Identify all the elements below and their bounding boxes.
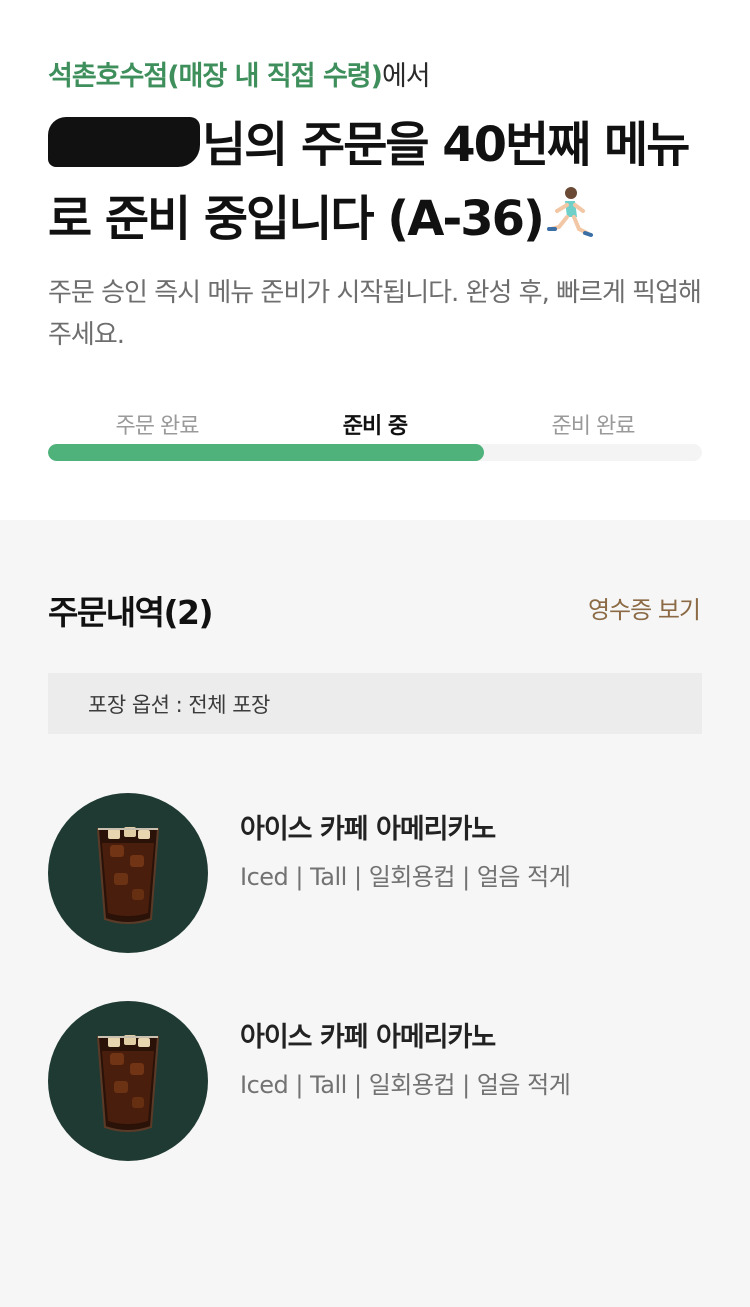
order-status-header: 석촌호수점(매장 내 직접 수령)에서 님의 주문을 40번째 메뉴로 준비 중… xyxy=(0,0,750,520)
item-options: Iced | Tall | 일회용컵 | 얼음 적게 xyxy=(240,863,571,891)
progress-track xyxy=(48,444,702,461)
status-headline: 님의 주문을 40번째 메뉴로 준비 중입니다 (A-36) xyxy=(48,108,708,256)
redacted-customer-name xyxy=(48,117,200,167)
iced-coffee-cup-icon xyxy=(48,1001,208,1161)
order-details-section: 주문내역(2) 영수증 보기 포장 옵션 : 전체 포장 아이스 카페 아메리카… xyxy=(0,520,750,1307)
order-history-title: 주문내역(2) xyxy=(48,593,214,632)
step-ready: 준비 완료 xyxy=(551,414,636,439)
order-item[interactable]: 아이스 카페 아메리카노 Iced | Tall | 일회용컵 | 얼음 적게 xyxy=(48,793,702,953)
pack-option-text: 포장 옵션 : 전체 포장 xyxy=(88,692,270,717)
store-line: 석촌호수점(매장 내 직접 수령)에서 xyxy=(48,54,431,93)
store-suffix: 에서 xyxy=(381,61,431,92)
progress-steps: 주문 완료 준비 중 준비 완료 xyxy=(48,408,702,440)
item-name: 아이스 카페 아메리카노 xyxy=(240,814,496,845)
item-name: 아이스 카페 아메리카노 xyxy=(240,1022,496,1053)
pack-option-box: 포장 옵션 : 전체 포장 xyxy=(48,673,702,734)
item-options: Iced | Tall | 일회용컵 | 얼음 적게 xyxy=(240,1071,571,1099)
step-preparing: 준비 중 xyxy=(342,414,408,439)
status-description: 주문 승인 즉시 메뉴 준비가 시작됩니다. 완성 후, 빠르게 픽업해 주세요… xyxy=(48,278,702,350)
view-receipt-link[interactable]: 영수증 보기 xyxy=(588,590,701,625)
step-order-complete: 주문 완료 xyxy=(115,414,200,439)
store-name: 석촌호수점(매장 내 직접 수령) xyxy=(48,61,383,92)
order-item[interactable]: 아이스 카페 아메리카노 Iced | Tall | 일회용컵 | 얼음 적게 xyxy=(48,1001,702,1161)
running-woman-icon xyxy=(543,183,593,243)
iced-coffee-cup-icon xyxy=(48,793,208,953)
progress-fill xyxy=(48,444,485,461)
